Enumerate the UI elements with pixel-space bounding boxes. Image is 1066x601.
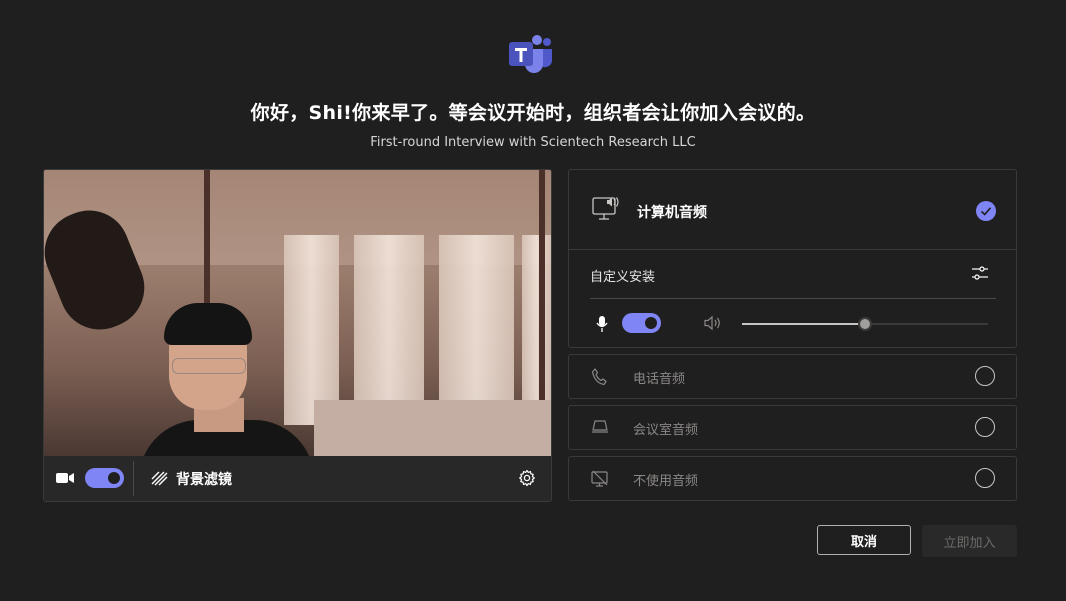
panel-divider — [590, 298, 996, 299]
no-audio-radio[interactable] — [975, 468, 995, 488]
preview-bed-frame — [539, 170, 545, 400]
preview-curtain — [284, 235, 339, 425]
volume-slider[interactable] — [742, 317, 988, 331]
microphone-toggle[interactable] — [622, 313, 661, 333]
phone-audio-option[interactable]: 电话音频 — [568, 354, 1017, 399]
room-audio-option[interactable]: 会议室音频 — [568, 405, 1017, 450]
video-controls-bar: 背景滤镜 — [44, 456, 551, 501]
background-filter-button[interactable]: 背景滤镜 — [176, 469, 232, 489]
panel-divider — [569, 249, 1016, 250]
settings-gear-icon[interactable] — [518, 469, 536, 491]
preview-bed-frame — [204, 170, 210, 320]
room-device-icon — [591, 419, 609, 439]
background-filter-icon[interactable] — [151, 471, 168, 490]
camera-preview — [44, 170, 551, 456]
preview-curtain — [522, 235, 551, 425]
volume-thumb[interactable] — [858, 317, 872, 331]
selected-check-icon — [976, 201, 996, 221]
phone-audio-label: 电话音频 — [633, 372, 686, 387]
no-audio-label: 不使用音频 — [633, 474, 699, 489]
toggle-knob — [108, 472, 120, 484]
preview-curtain — [439, 235, 514, 425]
cancel-button[interactable]: 取消 — [817, 525, 911, 555]
no-audio-option[interactable]: 不使用音频 — [568, 456, 1017, 501]
custom-setup-label: 自定义安装 — [590, 270, 656, 285]
toggle-knob — [645, 317, 657, 329]
phone-icon — [591, 368, 607, 390]
camera-toggle[interactable] — [85, 468, 124, 488]
meeting-title: First-round Interview with Scientech Res… — [370, 135, 696, 150]
room-audio-radio[interactable] — [975, 417, 995, 437]
join-now-button[interactable]: 立即加入 — [922, 525, 1017, 557]
no-audio-icon — [591, 470, 609, 492]
device-settings-icon[interactable] — [971, 265, 989, 285]
microphone-icon — [596, 315, 608, 337]
preview-person-hair — [164, 303, 252, 345]
speaker-icon — [703, 315, 721, 335]
computer-audio-label: 计算机音频 — [637, 205, 707, 221]
teams-logo-icon — [507, 33, 553, 73]
computer-audio-icon — [591, 194, 621, 228]
volume-fill — [742, 323, 865, 325]
computer-audio-panel[interactable]: 计算机音频 自定义安装 — [568, 169, 1017, 348]
greeting-heading: 你好，Shi!你来早了。等会议开始时，组织者会让你加入会议的。 — [250, 102, 816, 124]
preview-curtain — [354, 235, 424, 425]
camera-icon — [56, 470, 74, 489]
controls-divider — [133, 461, 134, 496]
room-audio-label: 会议室音频 — [633, 423, 699, 438]
phone-audio-radio[interactable] — [975, 366, 995, 386]
video-preview-card: 背景滤镜 — [43, 169, 552, 502]
preview-person-glasses — [172, 358, 246, 374]
preview-bed — [314, 400, 551, 456]
